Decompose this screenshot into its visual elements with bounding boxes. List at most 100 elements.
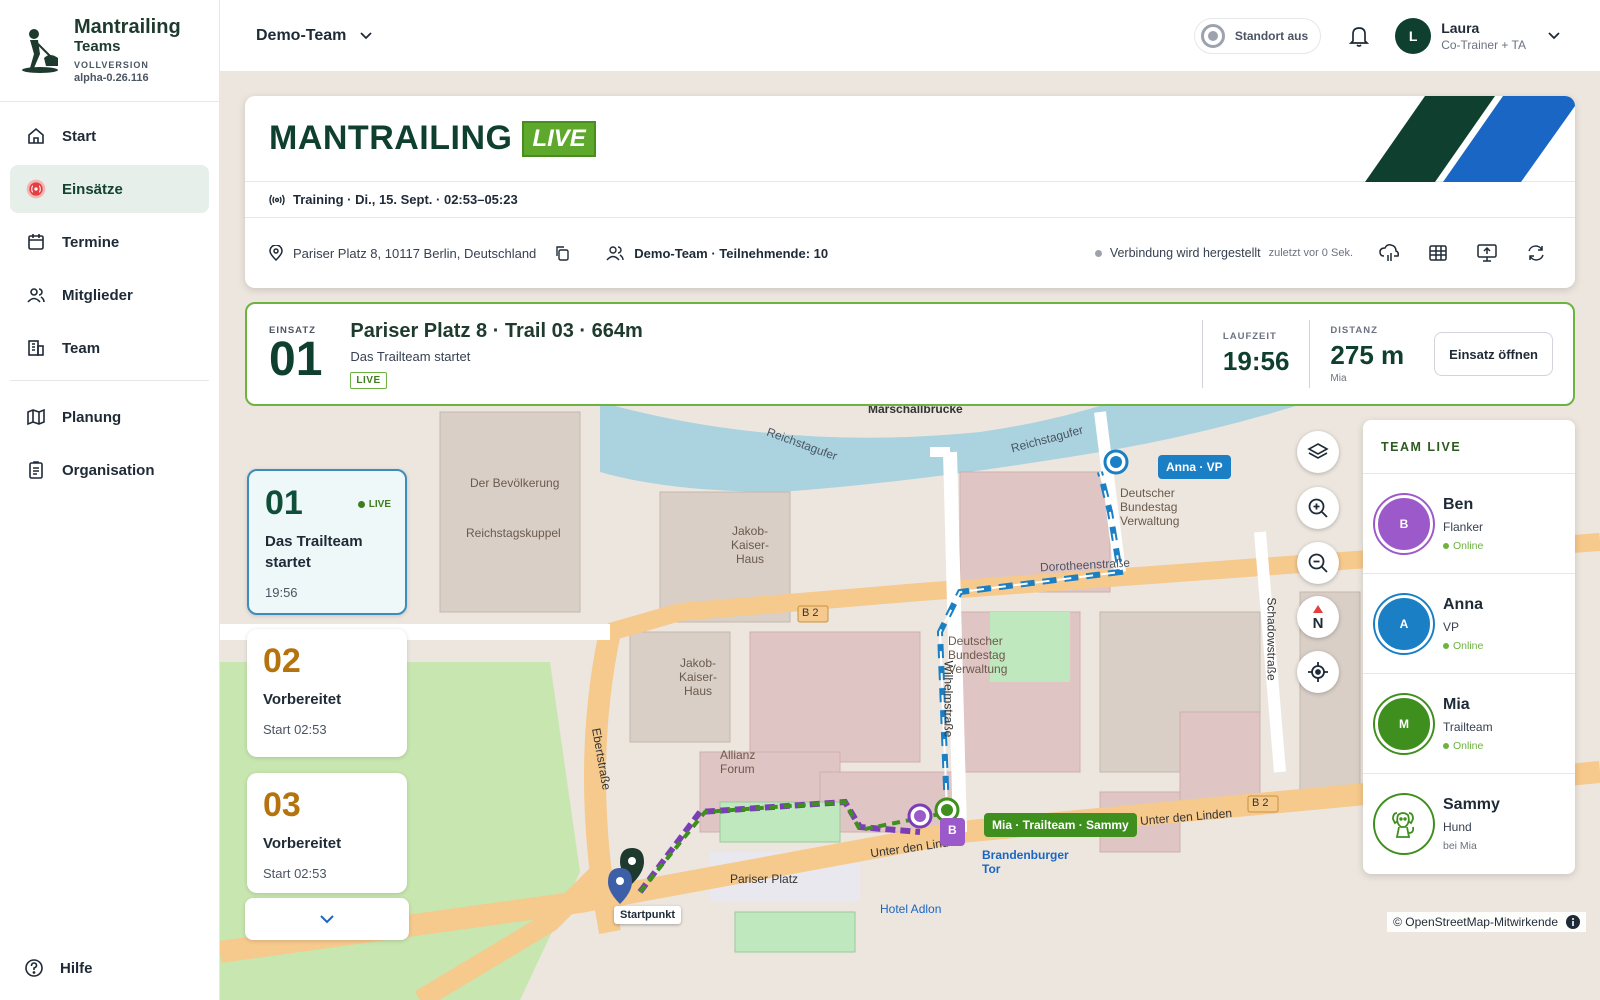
- dog-icon: [1392, 812, 1415, 838]
- einsatz-list-more-button[interactable]: [245, 898, 409, 940]
- team-member-ben[interactable]: B Ben Flanker Online: [1363, 474, 1575, 574]
- einsatz-list-meta: 19:56: [265, 585, 298, 600]
- map-attribution: © OpenStreetMap-Mitwirkende: [1387, 912, 1586, 932]
- brand[interactable]: Mantrailing Teams VOLLVERSION alpha-0.26…: [0, 0, 219, 102]
- brand-version: alpha-0.26.116: [74, 72, 149, 84]
- team-member-mia[interactable]: M Mia Trailteam Online: [1363, 674, 1575, 774]
- active-einsatz-card: EINSATZ 01 Pariser Platz 8 · Trail 03 · …: [245, 302, 1575, 406]
- nav-item-organisation[interactable]: Organisation: [10, 446, 209, 494]
- dog-avatar: [1375, 795, 1433, 853]
- avatar: L: [1395, 17, 1432, 54]
- screen-share-icon[interactable]: [1477, 244, 1497, 262]
- member-role: Hund: [1443, 820, 1472, 834]
- refresh-icon[interactable]: [1527, 244, 1545, 262]
- connection-dot: [1094, 249, 1102, 257]
- team-info: Demo-Team · Teilnehmende: 10: [606, 245, 828, 261]
- layers-button[interactable]: [1297, 431, 1339, 473]
- broadcast-small-icon: [269, 194, 285, 205]
- einsatz-list-live: LIVE: [358, 499, 391, 510]
- broadcast-icon: [26, 179, 46, 199]
- page-title: MANTRAILING: [269, 119, 513, 157]
- map-label-bevoelkerung: Der Bevölkerung: [470, 476, 560, 490]
- connection-status: Verbindung wird hergestellt zuletzt vor …: [1094, 246, 1353, 260]
- live-badge: LIVE: [522, 120, 596, 157]
- nav-item-termine[interactable]: Termine: [10, 218, 209, 266]
- zoom-out-icon: [1308, 553, 1328, 573]
- chevron-down-icon: [320, 914, 334, 923]
- open-einsatz-button[interactable]: Einsatz öffnen: [1434, 332, 1553, 376]
- member-status: Online: [1443, 740, 1493, 752]
- nav-label: Planung: [62, 408, 122, 426]
- member-name: Ben: [1443, 495, 1474, 513]
- nav-item-start[interactable]: Start: [10, 112, 209, 160]
- ben-marker-label[interactable]: B: [940, 818, 965, 846]
- map-label-pariser-platz: Pariser Platz: [730, 872, 799, 886]
- zoom-in-button[interactable]: [1297, 487, 1339, 529]
- nav-item-team[interactable]: Team: [10, 324, 209, 372]
- einsatz-list-item-03[interactable]: 03 Vorbereitet Start 02:53: [247, 773, 407, 893]
- brand-edition: VOLLVERSION: [74, 60, 149, 70]
- einsatz-subtitle: Das Trailteam startet: [350, 348, 471, 364]
- member-name: Mia: [1443, 695, 1470, 713]
- help-link[interactable]: Hilfe: [24, 958, 93, 978]
- zoom-out-button[interactable]: [1297, 542, 1339, 584]
- einsatz-list-item-01[interactable]: 01 LIVE Das Trailteam startet 19:56: [247, 469, 407, 615]
- dog-handler-logo-icon: [22, 29, 58, 73]
- info-icon[interactable]: [1566, 915, 1580, 929]
- team-member-anna[interactable]: A Anna VP Online: [1363, 574, 1575, 674]
- decorative-stripes: [1365, 96, 1575, 182]
- team-selector[interactable]: Demo-Team: [256, 26, 373, 45]
- help-icon: [24, 958, 44, 978]
- location-off-icon: [1200, 23, 1225, 48]
- location-label: Standort aus: [1234, 28, 1309, 43]
- location-toggle-button[interactable]: Standort aus: [1193, 17, 1322, 54]
- map-label-jakob-2: Jakob-Kaiser-Haus: [678, 656, 717, 698]
- einsatz-list-item-02[interactable]: 02 Vorbereitet Start 02:53: [247, 629, 407, 757]
- nav-item-mitglieder[interactable]: Mitglieder: [10, 271, 209, 319]
- zoom-in-icon: [1308, 498, 1328, 518]
- member-role: Flanker: [1443, 519, 1484, 534]
- map-label-reichstagskuppel: Reichstagskuppel: [466, 526, 561, 540]
- table-icon[interactable]: [1429, 244, 1447, 262]
- team-name: Demo-Team: [256, 26, 347, 44]
- crosshair-icon: [1308, 662, 1328, 682]
- map-label-hotel: Hotel Adlon: [880, 902, 942, 916]
- help-label: Hilfe: [60, 959, 93, 977]
- team-info-text: Demo-Team · Teilnehmende: 10: [634, 245, 829, 261]
- bell-icon[interactable]: [1349, 25, 1370, 47]
- anna-marker-label[interactable]: Anna · VP: [1158, 455, 1231, 479]
- sidebar: Mantrailing Teams VOLLVERSION alpha-0.26…: [0, 0, 220, 1000]
- compass-button[interactable]: N: [1297, 596, 1339, 638]
- distanz-label: DISTANZ: [1330, 324, 1378, 336]
- user-menu[interactable]: L Laura Co-Trainer + TA: [1395, 17, 1560, 54]
- layers-icon: [1307, 443, 1329, 459]
- einsatz-title: Pariser Platz 8 · Trail 03 · 664m: [350, 319, 643, 342]
- distanz-sub: Mia: [1330, 372, 1347, 384]
- session-info: Training · Di., 15. Sept. · 02:53–05:23: [245, 182, 1575, 218]
- avatar: B: [1375, 494, 1433, 553]
- calendar-icon: [26, 232, 46, 252]
- copy-icon[interactable]: [554, 245, 570, 261]
- mia-marker-label[interactable]: Mia · Trailteam · Sammy: [984, 813, 1137, 837]
- locate-button[interactable]: [1297, 651, 1339, 693]
- einsatz-list-number: 03: [263, 786, 301, 824]
- compass-north-icon: N: [1313, 605, 1323, 630]
- nav-label: Einsätze: [62, 180, 123, 198]
- pin-icon: [269, 245, 283, 261]
- einsatz-list-title: Das Trailteam startet: [265, 533, 363, 571]
- team-member-sammy[interactable]: Sammy Hund bei Mia: [1363, 774, 1575, 874]
- distanz-stat: DISTANZ 275 m Mia: [1309, 320, 1424, 388]
- signal-cloud-icon[interactable]: [1379, 244, 1399, 262]
- einsatz-list-meta: Start 02:53: [263, 722, 327, 737]
- avatar: M: [1375, 694, 1433, 753]
- member-name: Sammy: [1443, 796, 1500, 813]
- einsatz-list-meta: Start 02:53: [263, 866, 327, 881]
- nav-item-einsaetze[interactable]: Einsätze: [10, 165, 209, 213]
- member-role: VP: [1443, 619, 1460, 634]
- users-icon: [26, 285, 46, 305]
- home-icon: [26, 126, 46, 146]
- chevron-down-icon: [360, 31, 373, 39]
- member-status: Online: [1443, 640, 1483, 652]
- nav-item-planung[interactable]: Planung: [10, 393, 209, 441]
- avatar: A: [1375, 594, 1433, 653]
